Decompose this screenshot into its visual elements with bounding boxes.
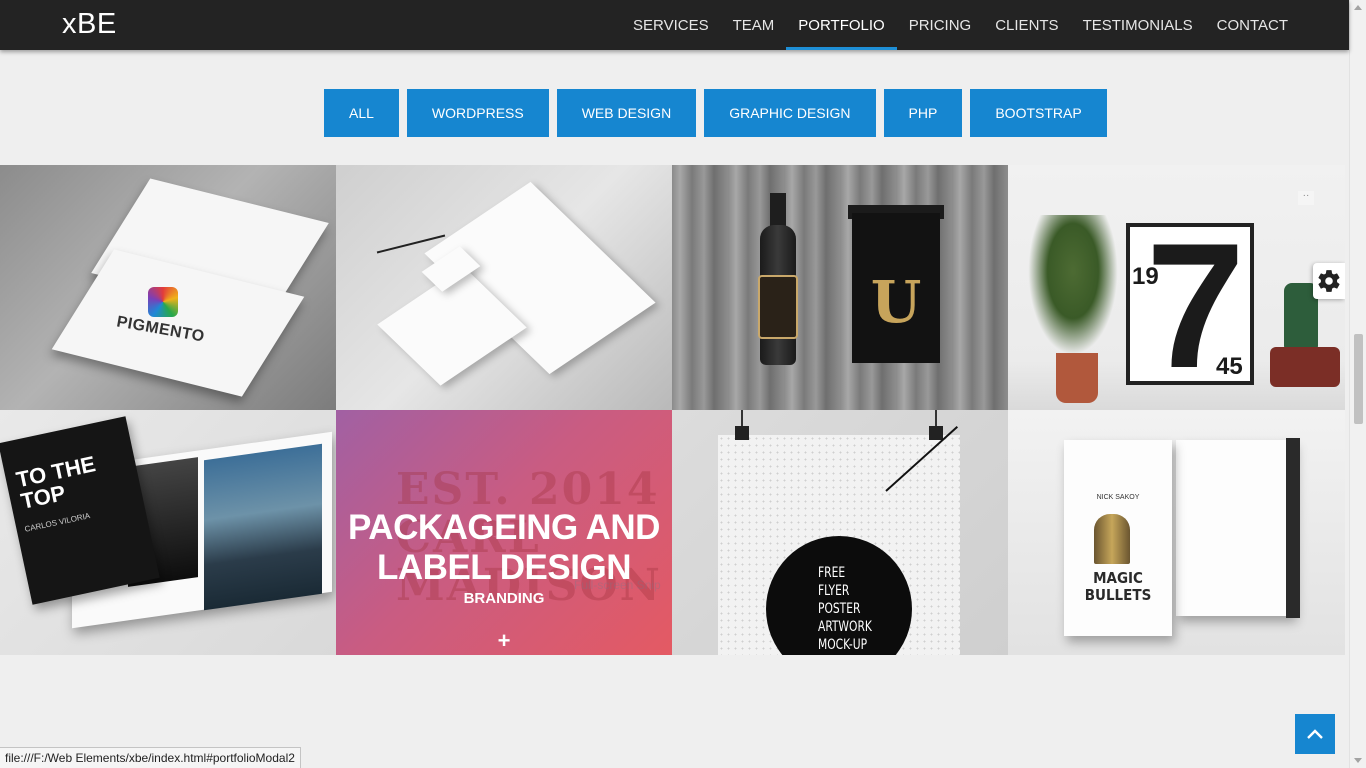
snip-overlay-text: Full-screen Snip: [574, 578, 661, 592]
poster-line-3: POSTER: [818, 601, 861, 617]
portfolio-item-business-cards[interactable]: PIGMENTO: [0, 165, 336, 410]
scroll-down-arrow-icon[interactable]: [1354, 758, 1362, 763]
plus-icon[interactable]: +: [336, 628, 672, 654]
scroll-up-arrow-icon[interactable]: [1354, 5, 1362, 10]
portfolio-grid: PIGMENTO U 7 19 45 ·· TO THE TOP CARLOS …: [0, 165, 1345, 655]
scroll-top-button[interactable]: [1295, 714, 1335, 754]
clip-right-icon: [929, 426, 943, 440]
magazine-photo-right: [204, 443, 322, 611]
tin-monogram: U: [870, 268, 922, 336]
portfolio-item-book[interactable]: NICK SAKOY MAGIC BULLETS: [1008, 410, 1345, 655]
pot-image: [1056, 353, 1098, 403]
top-navbar: xBE SERVICES TEAM PORTFOLIO PRICING CLIE…: [0, 0, 1349, 50]
filter-wordpress-button[interactable]: WORDPRESS: [406, 89, 549, 137]
filter-graphic-design-button[interactable]: GRAPHIC DESIGN: [704, 89, 876, 137]
book-title: MAGIC BULLETS: [1084, 569, 1152, 604]
nav-item-team[interactable]: TEAM: [721, 0, 787, 50]
poster-line-1: FREE: [818, 565, 846, 581]
pigmento-logo-icon: [148, 287, 178, 317]
poster-line-2: FLYER: [818, 583, 850, 599]
dots-indicator: ··: [1298, 191, 1314, 205]
bottle-label-image: [758, 275, 798, 339]
chevron-up-icon: [1307, 729, 1323, 739]
book-spine-image: [1286, 438, 1300, 618]
poster-number-bottom: 45: [1216, 353, 1243, 380]
portfolio-filters: ALL WORDPRESS WEB DESIGN GRAPHIC DESIGN …: [324, 89, 1107, 137]
portfolio-item-packaging-bottles[interactable]: U: [672, 165, 1008, 410]
clip-left-icon: [735, 426, 749, 440]
filter-all-button[interactable]: ALL: [324, 89, 399, 137]
poster-line-5: MOCK-UP: [818, 637, 868, 653]
nav-item-testimonials[interactable]: TESTIMONIALS: [1071, 0, 1205, 50]
plant-image: [1028, 215, 1118, 355]
gear-icon: [1318, 270, 1340, 292]
portfolio-item-stationery[interactable]: [336, 165, 672, 410]
portfolio-item-title: PACKAGEING AND LABEL DESIGN: [348, 508, 660, 587]
filter-web-design-button[interactable]: WEB DESIGN: [556, 89, 697, 137]
nav-item-pricing[interactable]: PRICING: [897, 0, 984, 50]
nav-item-clients[interactable]: CLIENTS: [983, 0, 1070, 50]
brand-logo[interactable]: xBE: [62, 8, 117, 41]
portfolio-item-category: BRANDING: [463, 590, 545, 607]
nav-menu: SERVICES TEAM PORTFOLIO PRICING CLIENTS …: [621, 0, 1300, 50]
poster-number-top: 19: [1132, 263, 1159, 290]
suitcase-image: [1270, 347, 1340, 387]
portfolio-item-packaging-label[interactable]: EST. 2014 CARL MADISON PACKAGEING AND LA…: [336, 410, 672, 655]
book-author: NICK SAKOY: [1096, 494, 1140, 501]
book-back-cover-image: [1176, 440, 1294, 616]
poster-circle-text: FREE FLYER POSTER ARTWORK MOCK-UP: [818, 564, 872, 654]
portfolio-item-magazine[interactable]: TO THE TOP CARLOS VILORIA: [0, 410, 336, 655]
poster-line-4: ARTWORK: [818, 619, 872, 635]
nav-item-services[interactable]: SERVICES: [621, 0, 721, 50]
scrollbar-thumb[interactable]: [1354, 334, 1363, 424]
browser-status-bar: file:///F:/Web Elements/xbe/index.html#p…: [0, 747, 301, 768]
nav-item-contact[interactable]: CONTACT: [1205, 0, 1300, 50]
portfolio-item-flyer-poster[interactable]: FREE FLYER POSTER ARTWORK MOCK-UP: [672, 410, 1008, 655]
filter-php-button[interactable]: PHP: [883, 89, 963, 137]
bullet-image: [1094, 514, 1130, 564]
nav-item-portfolio[interactable]: PORTFOLIO: [786, 0, 898, 50]
portfolio-item-poster-1945[interactable]: 7 19 45 ··: [1008, 165, 1345, 410]
vertical-scrollbar[interactable]: [1349, 0, 1366, 768]
filter-bootstrap-button[interactable]: BOOTSTRAP: [970, 89, 1107, 137]
settings-toggle[interactable]: [1313, 263, 1345, 299]
